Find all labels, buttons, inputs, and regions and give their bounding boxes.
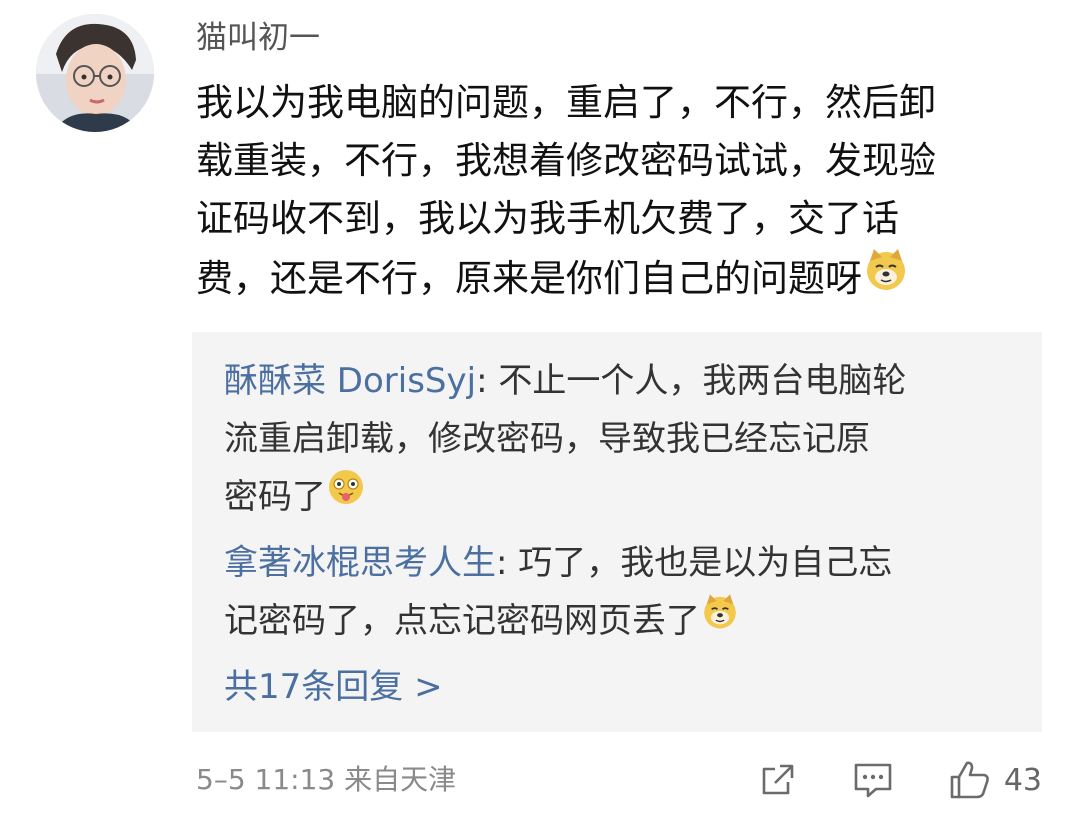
- comment-button[interactable]: [852, 760, 894, 800]
- reply-line: 密码了: [224, 468, 1024, 528]
- comment-meta: 5–5 11:13 来自天津: [196, 763, 457, 796]
- reply-author-link[interactable]: 拿著冰棍思考人生: [224, 543, 496, 583]
- username[interactable]: 猫叫初一: [196, 16, 320, 60]
- reply-first-line: 拿著冰棍思考人生: 巧了，我也是以为自己忘: [224, 534, 1024, 592]
- like-button[interactable]: 43: [948, 758, 1042, 802]
- reply-line-text: 密码了: [224, 477, 326, 517]
- reply-text: : 不止一个人，我两台电脑轮: [476, 361, 907, 401]
- like-count: 43: [1003, 762, 1042, 798]
- share-button[interactable]: [758, 760, 798, 800]
- reply-item[interactable]: 酥酥菜 DorisSyj: 不止一个人，我两台电脑轮 流重启卸载，修改密码，导致…: [224, 352, 1024, 528]
- reply-author-link[interactable]: 酥酥菜 DorisSyj: [224, 361, 476, 401]
- comment-text: 我以为我电脑的问题，重启了，不行，然后卸 载重装，不行，我想着修改密码试试，发现…: [196, 74, 1052, 313]
- doge-emoji-icon: [862, 245, 910, 310]
- reply-text: : 巧了，我也是以为自己忘: [496, 543, 893, 583]
- reply-line-text: 记密码了，点忘记密码网页丢了: [224, 601, 700, 641]
- reply-item[interactable]: 拿著冰棍思考人生: 巧了，我也是以为自己忘 记密码了，点忘记密码网页丢了: [224, 534, 1024, 652]
- comment-line-text: 费，还是不行，原来是你们自己的问题呀: [196, 257, 862, 300]
- share-icon: [758, 760, 798, 800]
- comment-line: 我以为我电脑的问题，重启了，不行，然后卸: [196, 81, 936, 124]
- comment-icon: [852, 760, 894, 800]
- view-all-replies-link[interactable]: 共17条回复 >: [224, 662, 443, 712]
- comment-line: 费，还是不行，原来是你们自己的问题呀: [196, 248, 1052, 313]
- comment-line: 证码收不到，我以为我手机欠费了，交了话: [196, 197, 899, 240]
- tongue-out-emoji-icon: [326, 467, 366, 525]
- reply-line: 记密码了，点忘记密码网页丢了: [224, 592, 1024, 652]
- comment-line: 载重装，不行，我想着修改密码试试，发现验: [196, 139, 936, 182]
- comment-actions: 43: [704, 752, 1042, 808]
- replies-panel: 酥酥菜 DorisSyj: 不止一个人，我两台电脑轮 流重启卸载，修改密码，导致…: [192, 332, 1042, 732]
- doge-emoji-icon: [700, 591, 740, 649]
- reply-line: 流重启卸载，修改密码，导致我已经忘记原: [224, 419, 870, 459]
- avatar[interactable]: [36, 14, 154, 132]
- reply-first-line: 酥酥菜 DorisSyj: 不止一个人，我两台电脑轮: [224, 352, 1024, 410]
- like-icon: [948, 758, 992, 802]
